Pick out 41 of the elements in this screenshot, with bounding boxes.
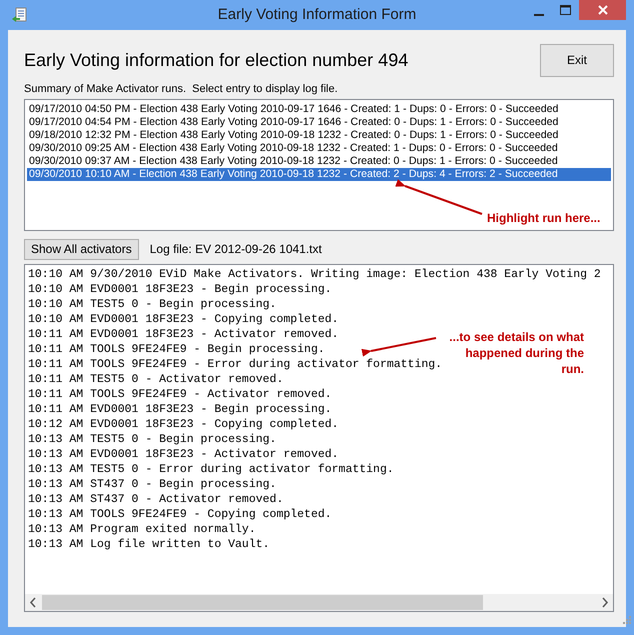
log-line: 10:11 AM TEST5 0 - Activator removed. bbox=[28, 373, 284, 388]
log-line: 10:11 AM TOOLS 9FE24FE9 - Activator removed. bbox=[28, 388, 332, 403]
app-icon bbox=[11, 7, 29, 23]
log-line: 10:13 AM TEST5 0 - Error during activator formatting. bbox=[28, 463, 394, 478]
scrollbar-thumb[interactable] bbox=[42, 595, 483, 610]
run-list-item[interactable]: 09/18/2010 12:32 PM - Election 438 Early Voting 2010-09-18 1232 - Created: 0 - Dups: 1 - Errors: 0 - Succeeded bbox=[27, 129, 611, 142]
run-list-item[interactable]: 09/30/2010 10:10 AM - Election 438 Early Voting 2010-09-18 1232 - Created: 2 - Dups: 4 - Errors: 2 - Succeeded bbox=[27, 168, 611, 181]
run-list-item[interactable]: 09/17/2010 04:50 PM - Election 438 Early Voting 2010-09-17 1646 - Created: 1 - Dups: 0 - Errors: 0 - Succeeded bbox=[27, 103, 611, 116]
run-list-item[interactable]: 09/17/2010 04:54 PM - Election 438 Early Voting 2010-09-17 1646 - Created: 0 - Dups: 1 - Errors: 0 - Succeeded bbox=[27, 116, 611, 129]
log-line: 10:13 AM EVD0001 18F3E23 - Activator removed. bbox=[28, 448, 339, 463]
close-icon bbox=[598, 5, 608, 15]
log-line: 10:10 AM TEST5 0 - Begin processing. bbox=[28, 298, 276, 313]
log-line: 10:11 AM EVD0001 18F3E23 - Activator removed. bbox=[28, 328, 339, 343]
horizontal-scrollbar[interactable] bbox=[25, 594, 613, 611]
annotation-text: Highlight run here... bbox=[487, 211, 600, 225]
log-line: 10:13 AM Log file written to Vault. bbox=[28, 538, 270, 553]
log-line: 10:13 AM ST437 0 - Activator removed. bbox=[28, 493, 284, 508]
minimize-icon bbox=[534, 14, 544, 16]
log-line: 10:10 AM 9/30/2010 EViD Make Activators. Writing image: Election 438 Early Voting 2 bbox=[28, 268, 601, 283]
log-file-label: Log file: EV 2012-09-26 1041.txt bbox=[150, 242, 322, 256]
log-line: 10:13 AM TOOLS 9FE24FE9 - Copying completed. bbox=[28, 508, 332, 523]
log-line: 10:11 AM TOOLS 9FE24FE9 - Begin processing. bbox=[28, 343, 325, 358]
log-line: 10:11 AM TOOLS 9FE24FE9 - Error during activator formatting. bbox=[28, 358, 442, 373]
show-all-button[interactable]: Show All activators bbox=[24, 238, 139, 260]
log-line: 10:10 AM EVD0001 18F3E23 - Copying completed. bbox=[28, 313, 339, 328]
log-line: 10:13 AM Program exited normally. bbox=[28, 523, 256, 538]
resize-grip-icon[interactable] bbox=[623, 616, 632, 625]
exit-button[interactable]: Exit bbox=[540, 44, 614, 76]
window-title: Early Voting Information Form bbox=[218, 6, 416, 23]
run-list-item[interactable]: 09/30/2010 09:25 AM - Election 438 Early Voting 2010-09-18 1232 - Created: 1 - Dups: 0 - Errors: 0 - Succeeded bbox=[27, 142, 611, 155]
log-line: 10:12 AM EVD0001 18F3E23 - Copying completed. bbox=[28, 418, 339, 433]
log-line: 10:11 AM EVD0001 18F3E23 - Begin processing. bbox=[28, 403, 332, 418]
log-line: 10:13 AM ST437 0 - Begin processing. bbox=[28, 478, 276, 493]
close-button[interactable] bbox=[579, 0, 626, 20]
form-heading: Early Voting information for election number 494 bbox=[24, 50, 410, 70]
annotation-text: ...to see details on what happened during the run. bbox=[448, 329, 584, 377]
summary-label: Summary of Make Activator runs. Select entry to display log file. bbox=[24, 82, 338, 96]
log-line: 10:13 AM TEST5 0 - Begin processing. bbox=[28, 433, 276, 448]
maximize-icon bbox=[560, 5, 571, 15]
run-list-item[interactable]: 09/30/2010 09:37 AM - Election 438 Early Voting 2010-09-18 1232 - Created: 0 - Dups: 1 - Errors: 0 - Succeeded bbox=[27, 155, 611, 168]
log-line: 10:10 AM EVD0001 18F3E23 - Begin processing. bbox=[28, 283, 332, 298]
